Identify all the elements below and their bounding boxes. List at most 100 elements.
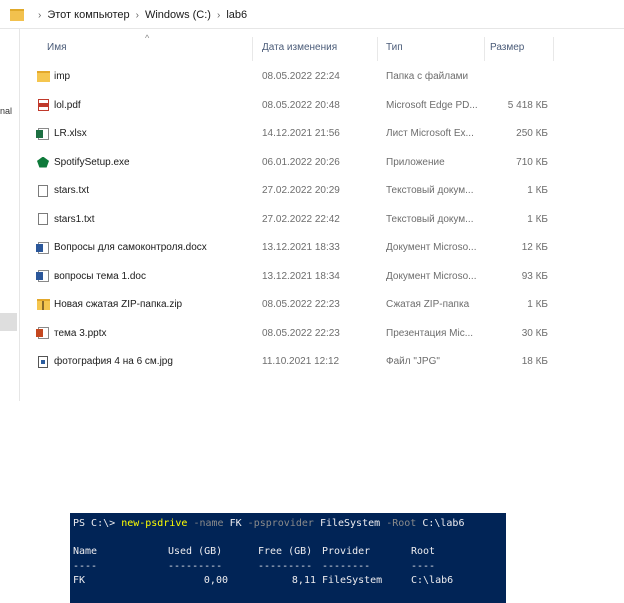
- pdf-icon: [36, 99, 50, 112]
- file-type: Текстовый докум...: [386, 213, 474, 225]
- folder-icon: [36, 70, 50, 83]
- file-date: 13.12.2021 18:33: [262, 242, 340, 253]
- file-date: 06.01.2022 20:26: [262, 156, 340, 168]
- file-size: 30 КБ: [521, 327, 548, 339]
- output-underline: ----: [73, 561, 98, 572]
- sort-ascending-icon: ^: [145, 33, 150, 43]
- prompt: PS C:\>: [73, 518, 116, 529]
- image-file-icon: [36, 355, 50, 368]
- output-header-free: Free (GB): [258, 546, 313, 557]
- file-date: 13.12.2021 18:34: [262, 270, 340, 282]
- column-header-name[interactable]: Имя: [47, 42, 66, 53]
- word-icon: [35, 270, 50, 283]
- navigation-pane-item[interactable]: nal: [0, 106, 12, 116]
- output-header-root: Root: [411, 546, 436, 557]
- powerpoint-icon: [35, 327, 50, 340]
- file-size: 250 КБ: [516, 128, 548, 139]
- file-row[interactable]: Новая сжатая ZIP-папка.zip 08.05.2022 22:…: [36, 295, 556, 315]
- divider: [0, 28, 624, 29]
- file-type: Приложение: [386, 156, 445, 168]
- file-name: stars.txt: [54, 185, 90, 196]
- folder-icon: [10, 9, 24, 21]
- file-type: Лист Microsoft Ex...: [386, 128, 474, 139]
- chevron-right-icon: ›: [38, 9, 42, 21]
- file-type: Файл "JPG": [386, 356, 440, 367]
- parameter-value: C:\lab6: [422, 518, 465, 529]
- parameter-value: FK: [229, 518, 242, 529]
- file-type: Microsoft Edge PD...: [386, 99, 478, 111]
- file-date: 27.02.2022 22:42: [262, 213, 340, 225]
- file-row[interactable]: stars.txt 27.02.2022 20:29 Текстовый докум…: [36, 181, 556, 201]
- file-date: 08.05.2022 22:24: [262, 71, 340, 82]
- excel-icon: [35, 127, 50, 140]
- breadcrumb: › Этот компьютер › Windows (C:) › lab6: [10, 5, 247, 25]
- file-size: 18 КБ: [521, 356, 548, 367]
- file-name: lol.pdf: [54, 99, 81, 111]
- column-header-type[interactable]: Тип: [386, 42, 403, 53]
- file-row[interactable]: тема 3.pptx 08.05.2022 22:23 Презентация M…: [35, 324, 556, 344]
- file-date: 14.12.2021 21:56: [262, 128, 340, 139]
- output-header-name: Name: [73, 546, 98, 557]
- output-provider: FileSystem: [322, 575, 383, 586]
- chevron-right-icon: ›: [216, 9, 221, 21]
- file-name: Вопросы для самоконтроля.docx: [54, 242, 207, 253]
- file-name: stars1.txt: [54, 213, 95, 225]
- file-size: 5 418 КБ: [507, 99, 548, 111]
- file-row[interactable]: LR.xlsx 14.12.2021 21:56 Лист Microsoft Ex…: [35, 124, 556, 144]
- column-divider[interactable]: [484, 37, 485, 61]
- output-header-provider: Provider: [322, 546, 371, 557]
- file-size: 1 КБ: [527, 299, 548, 310]
- file-name: Новая сжатая ZIP-папка.zip: [54, 299, 183, 310]
- file-date: 27.02.2022 20:29: [262, 185, 340, 196]
- file-date: 11.10.2021 12:12: [262, 356, 340, 367]
- file-row[interactable]: lol.pdf 08.05.2022 20:48 Microsoft Edge PD…: [36, 96, 556, 116]
- column-divider[interactable]: [252, 37, 253, 61]
- file-row[interactable]: фотография 4 на 6 см.jpg 11.10.2021 12:12…: [36, 352, 556, 372]
- column-header-date[interactable]: Дата изменения: [262, 42, 337, 53]
- file-type: Папка с файлами: [386, 71, 469, 82]
- file-row[interactable]: SpotifySetup.exe 06.01.2022 20:26 Приложен…: [36, 153, 556, 173]
- output-header-used: Used (GB): [168, 546, 223, 557]
- output-underline: --------: [322, 561, 371, 572]
- file-size: 93 КБ: [521, 270, 548, 282]
- output-used: 0,00: [203, 575, 228, 586]
- file-size: 1 КБ: [527, 185, 548, 196]
- column-divider[interactable]: [553, 37, 554, 61]
- file-row[interactable]: вопросы тема 1.doc 13.12.2021 18:34 Докуме…: [35, 267, 556, 287]
- parameter-name: -name: [193, 518, 224, 529]
- breadcrumb-item-computer[interactable]: Этот компьютер: [47, 9, 129, 21]
- column-header-size[interactable]: Размер: [490, 42, 524, 53]
- file-type: Документ Microso...: [386, 270, 477, 282]
- output-root: C:\lab6: [411, 575, 454, 586]
- file-row[interactable]: imp 08.05.2022 22:24 Папка с файлами: [36, 67, 556, 87]
- file-type: Сжатая ZIP-папка: [386, 299, 470, 310]
- breadcrumb-item-folder[interactable]: lab6: [226, 9, 247, 21]
- output-underline: ---------: [258, 561, 313, 572]
- parameter-provider: -psprovider: [247, 518, 314, 529]
- file-type: Документ Microso...: [386, 242, 477, 253]
- navigation-pane-edge: [19, 29, 20, 401]
- app-icon: [36, 156, 50, 169]
- file-name: тема 3.pptx: [54, 327, 107, 339]
- zip-icon: [36, 298, 50, 311]
- breadcrumb-item-drive[interactable]: Windows (C:): [145, 9, 211, 21]
- command-line: PS C:\> new-psdrive -name FK -psprovider…: [73, 518, 464, 529]
- powershell-console[interactable]: PS C:\> new-psdrive -name FK -psprovider…: [70, 513, 506, 603]
- navigation-pane-selected[interactable]: [0, 313, 17, 331]
- command-name: new-psdrive: [121, 518, 188, 529]
- file-row[interactable]: stars1.txt 27.02.2022 22:42 Текстовый доку…: [36, 210, 556, 230]
- file-name: LR.xlsx: [54, 128, 87, 139]
- file-date: 08.05.2022 20:48: [262, 99, 340, 111]
- text-file-icon: [36, 184, 50, 197]
- output-free: 8,11: [291, 575, 316, 586]
- word-icon: [35, 241, 50, 254]
- file-name: SpotifySetup.exe: [54, 156, 130, 168]
- parameter-root: -Root: [386, 518, 417, 529]
- text-file-icon: [36, 213, 50, 226]
- column-divider[interactable]: [377, 37, 378, 61]
- output-drive-name: FK: [73, 575, 86, 586]
- parameter-value: FileSystem: [319, 518, 381, 529]
- file-row[interactable]: Вопросы для самоконтроля.docx 13.12.2021 …: [35, 238, 556, 258]
- file-name: фотография 4 на 6 см.jpg: [54, 356, 173, 367]
- file-name: imp: [54, 71, 71, 82]
